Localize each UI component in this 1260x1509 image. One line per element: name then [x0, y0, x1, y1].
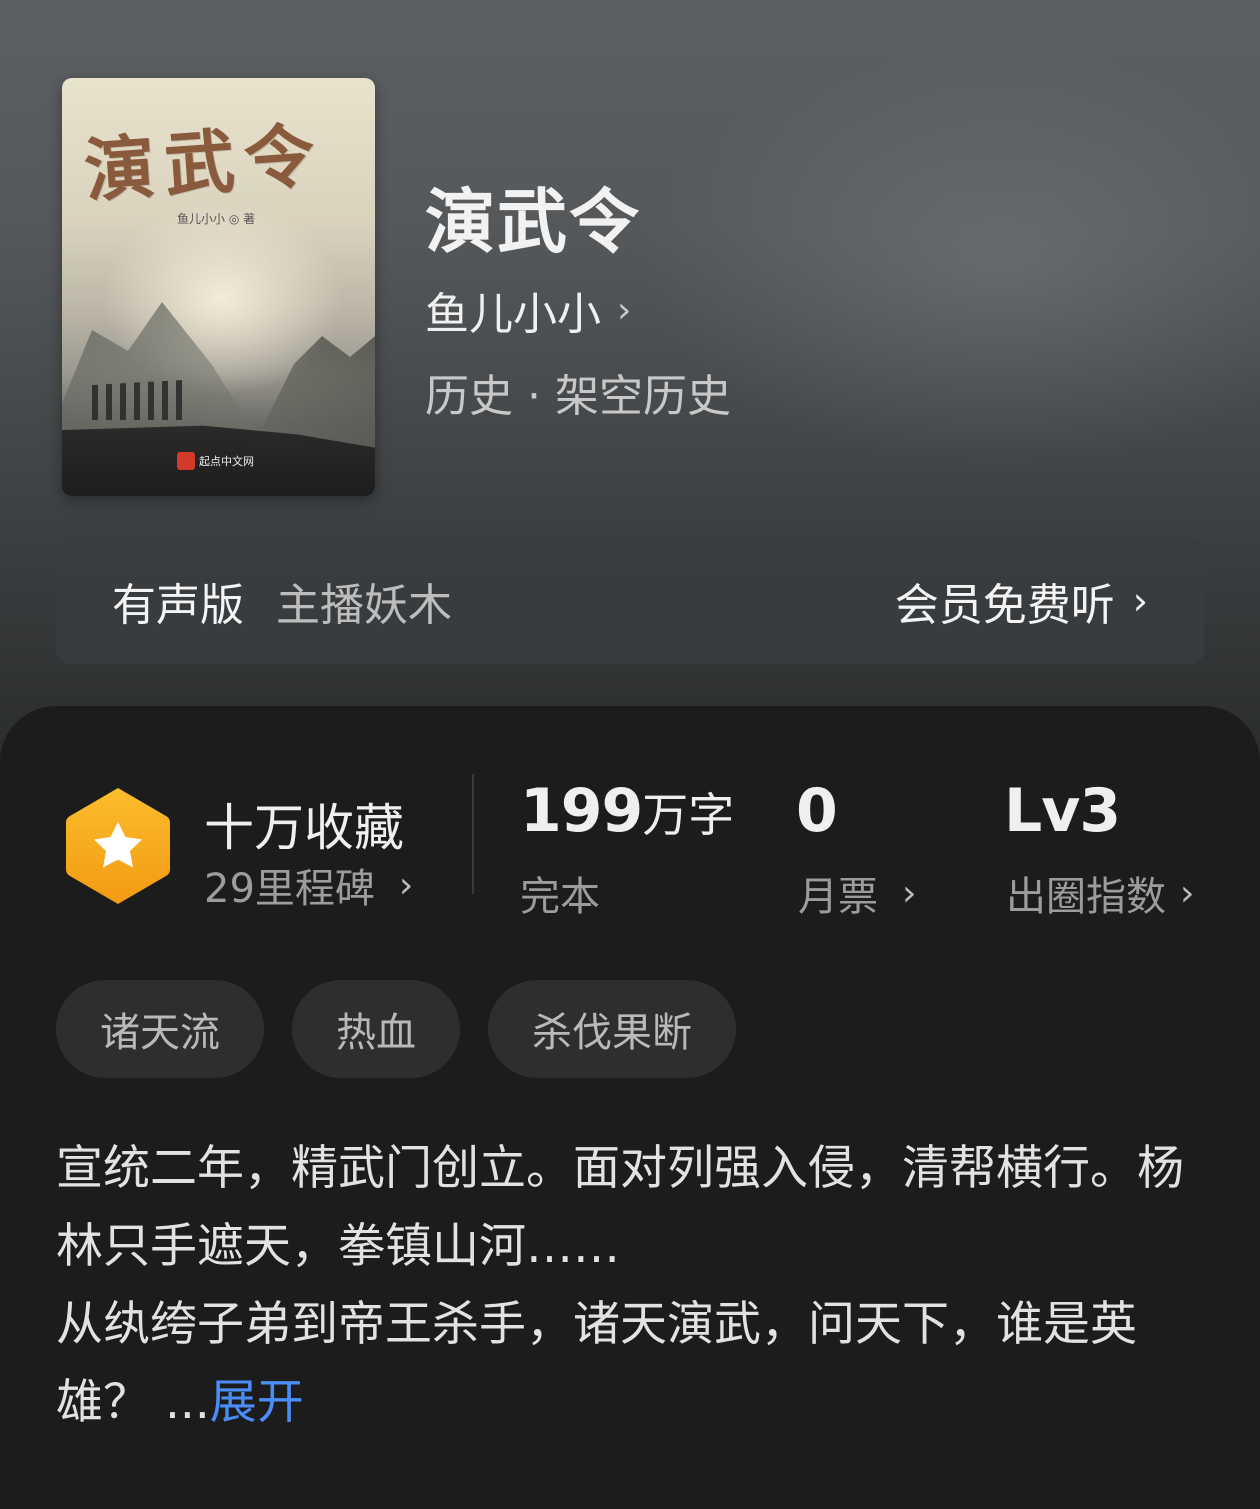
- member-listen-button[interactable]: 会员免费听 ›: [895, 569, 1148, 633]
- publisher-logo-icon: [177, 452, 195, 470]
- book-detail-page: 演武令 鱼儿小小 ◎ 著 起点中文网 演武令 鱼儿小小 › 历史 · 架空历史 …: [0, 0, 1260, 1509]
- tag-chip[interactable]: 热血: [292, 980, 460, 1078]
- circle-index-level: Lv3: [1004, 776, 1121, 846]
- circle-index-number: Lv3: [1004, 776, 1121, 846]
- monthly-ticket-count: 0: [796, 776, 838, 846]
- book-cover[interactable]: 演武令 鱼儿小小 ◎ 著 起点中文网: [62, 78, 375, 496]
- audiobook-bar[interactable]: 有声版 主播妖木 会员免费听 ›: [56, 538, 1204, 664]
- synopsis-ellipsis: ...: [164, 1375, 210, 1430]
- member-listen-label: 会员免费听: [894, 580, 1115, 631]
- chevron-right-icon: ›: [398, 864, 414, 906]
- circle-index-label: 出圈指数: [1006, 874, 1166, 920]
- author-link[interactable]: 鱼儿小小 ›: [425, 278, 631, 342]
- cover-title: 演武令: [81, 113, 328, 213]
- collection-count: 十万收藏: [204, 799, 404, 857]
- tag-list: 诸天流 热血 杀伐果断: [56, 980, 736, 1078]
- book-title: 演武令: [425, 180, 641, 263]
- tag-chip[interactable]: 诸天流: [56, 980, 264, 1078]
- monthly-ticket-number: 0: [796, 776, 838, 846]
- synopsis-paragraph: 从纨绔子弟到帝王杀手，诸天演武，问天下，谁是英雄？ ...展开: [56, 1286, 1196, 1442]
- author-name: 鱼儿小小: [425, 289, 601, 340]
- chevron-right-icon: ›: [902, 872, 917, 914]
- tag-chip[interactable]: 杀伐果断: [488, 980, 736, 1078]
- word-count: 199万字: [520, 776, 734, 846]
- synopsis-paragraph: 宣统二年，精武门创立。面对列强入侵，清帮横行。杨林只手遮天，拳镇山河……: [56, 1141, 1184, 1274]
- monthly-ticket-link[interactable]: 月票 ›: [798, 864, 916, 922]
- word-count-unit: 万字: [642, 788, 735, 842]
- book-category[interactable]: 历史 · 架空历史: [425, 360, 731, 424]
- cover-mountain: [252, 322, 375, 448]
- expand-link[interactable]: 展开: [210, 1375, 304, 1430]
- word-count-number: 199: [520, 776, 643, 846]
- audiobook-narrator: 主播妖木: [276, 580, 452, 631]
- circle-index-link[interactable]: 出圈指数 ›: [1006, 864, 1194, 922]
- chevron-right-icon: ›: [617, 289, 632, 331]
- stats-divider: [472, 774, 474, 894]
- cover-publisher: 起点中文网: [177, 452, 254, 470]
- star-hexagon-icon[interactable]: [62, 784, 174, 908]
- chevron-right-icon: ›: [1132, 579, 1148, 623]
- cover-publisher-text: 起点中文网: [199, 455, 254, 468]
- details-panel: 十万收藏 29里程碑 › 199万字 完本 0 月票 › Lv3 出圈指数 › …: [0, 706, 1260, 1509]
- audiobook-label: 有声版: [112, 580, 244, 631]
- synopsis: 宣统二年，精武门创立。面对列强入侵，清帮横行。杨林只手遮天，拳镇山河…… 从纨绔…: [56, 1130, 1196, 1442]
- completion-status: 完本: [520, 874, 600, 920]
- stats-row: 十万收藏 29里程碑 › 199万字 完本 0 月票 › Lv3 出圈指数 ›: [0, 706, 1260, 956]
- monthly-ticket-label: 月票: [798, 874, 878, 920]
- chevron-right-icon: ›: [1180, 872, 1195, 914]
- milestone-label: 29里程碑: [204, 866, 375, 912]
- cover-author: 鱼儿小小 ◎ 著: [177, 212, 256, 226]
- milestone-link[interactable]: 29里程碑 ›: [204, 856, 413, 914]
